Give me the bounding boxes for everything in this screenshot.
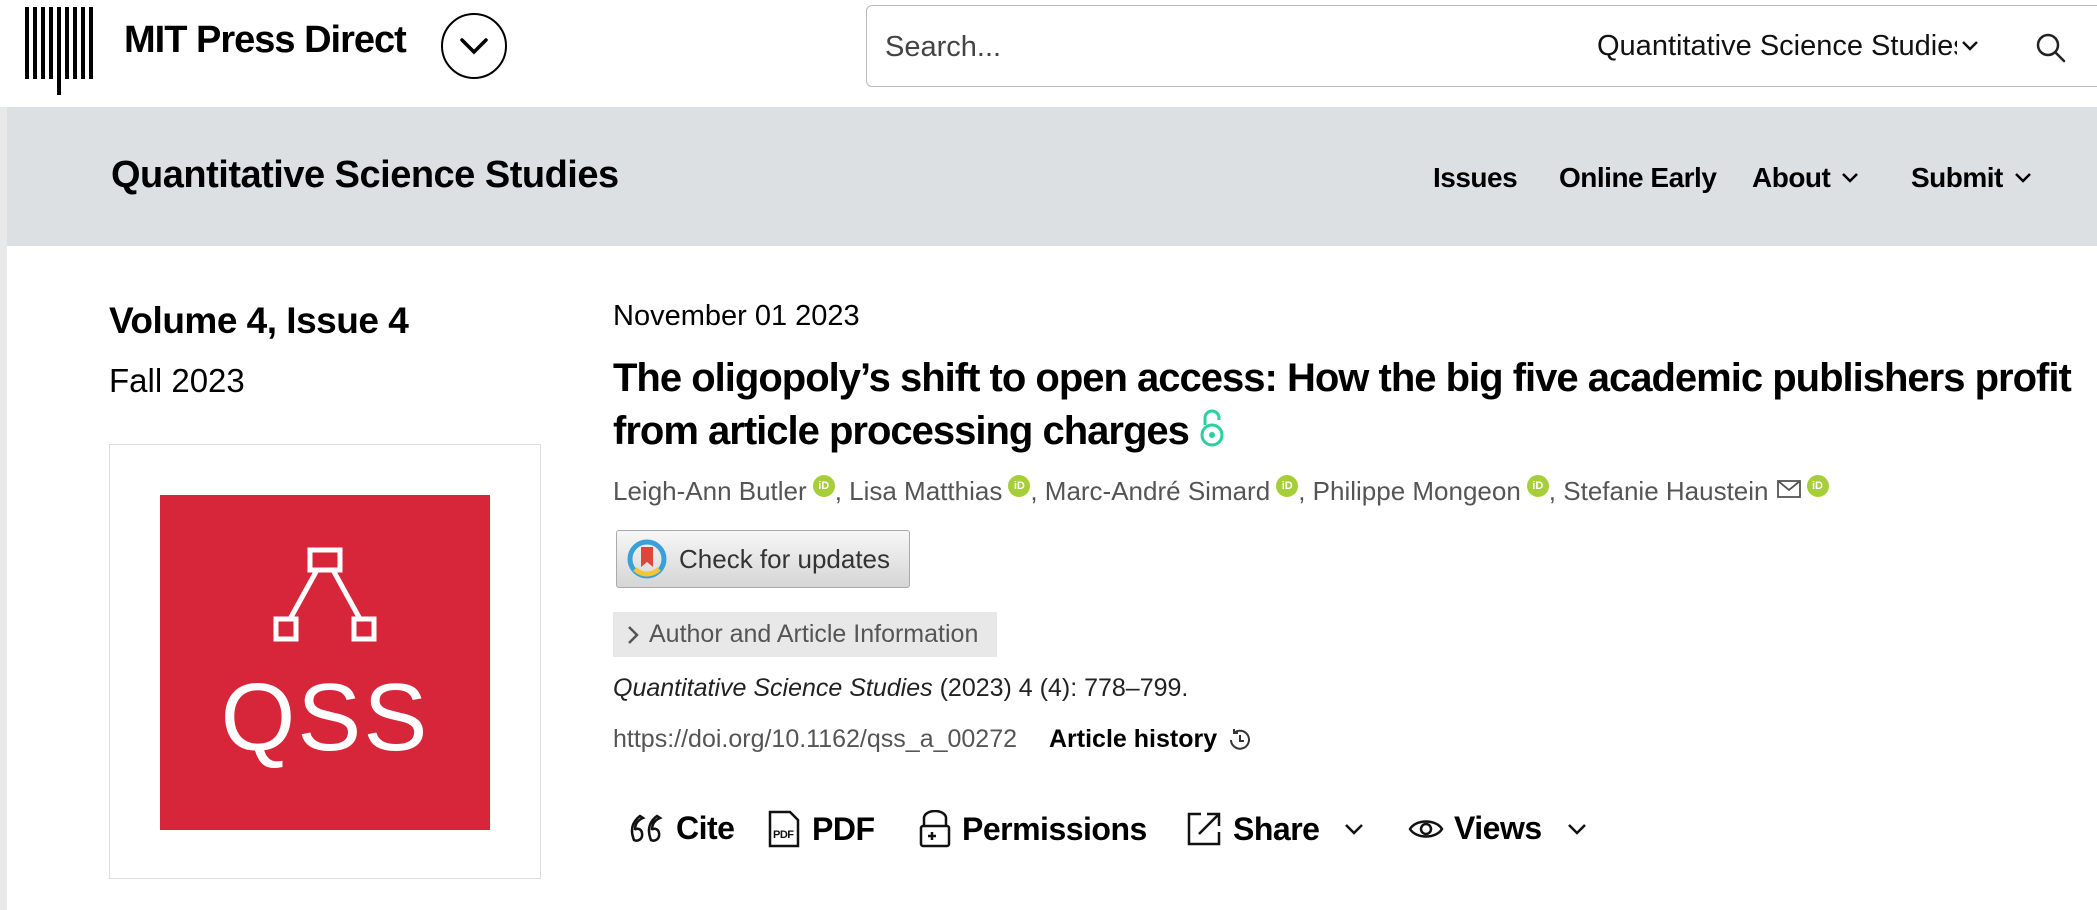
site-menu-toggle-button[interactable] [441, 13, 507, 79]
open-access-icon [1200, 409, 1224, 447]
citation-journal: Quantitative Science Studies [613, 674, 933, 702]
chevron-down-icon [1567, 823, 1586, 835]
author-article-info-toggle[interactable]: Author and Article Information [613, 612, 997, 657]
crossmark-icon [627, 539, 667, 579]
author-list: Leigh-Ann Butler iD, Lisa Matthias iD, Mar… [613, 474, 1829, 507]
author-link[interactable]: Leigh-Ann Butler [613, 476, 807, 507]
views-button[interactable]: Views [1408, 810, 1588, 847]
issue-cover[interactable]: QSS [109, 444, 541, 879]
search-icon[interactable] [2035, 32, 2067, 64]
orcid-icon[interactable]: iD [1526, 474, 1549, 497]
author-link[interactable]: Lisa Matthias [849, 476, 1002, 507]
journal-title[interactable]: Quantitative Science Studies [111, 154, 619, 197]
chevron-down-icon[interactable] [1961, 40, 1979, 52]
issue-season: Fall 2023 [109, 362, 245, 399]
orcid-icon[interactable]: iD [1008, 474, 1031, 497]
left-edge-strip [0, 0, 7, 910]
site-brand[interactable]: MIT Press Direct [124, 19, 407, 62]
issue-heading[interactable]: Volume 4, Issue 4 [109, 300, 409, 342]
doi-link[interactable]: https://doi.org/10.1162/qss_a_00272 [613, 725, 1017, 754]
share-icon [1187, 812, 1221, 846]
cover-art: QSS [160, 495, 490, 830]
top-header: MIT Press Direct Quantitative Science St… [0, 0, 2097, 107]
orcid-icon[interactable]: iD [812, 474, 835, 497]
permissions-icon [919, 810, 951, 848]
chevron-down-icon [2015, 173, 2031, 183]
svg-text:PDF: PDF [773, 829, 794, 841]
permissions-button[interactable]: Permissions [918, 810, 1147, 848]
network-icon [273, 547, 377, 642]
author-link[interactable]: Marc-André Simard [1045, 476, 1270, 507]
nav-online-early[interactable]: Online Early [1559, 162, 1717, 194]
orcid-icon[interactable]: iD [1276, 474, 1299, 497]
eye-icon [1408, 819, 1444, 838]
search-scope-select[interactable]: Quantitative Science Studies [1597, 30, 1957, 63]
chevron-down-icon [1345, 824, 1364, 835]
pdf-icon: PDF [768, 810, 800, 848]
chevron-right-icon [628, 625, 639, 644]
author-link[interactable]: Philippe Mongeon [1313, 476, 1521, 507]
pdf-button[interactable]: PDF PDF [766, 810, 875, 848]
article-history-link[interactable]: Article history [1049, 725, 1253, 754]
journal-bar: Quantitative Science Studies Issues Onli… [7, 107, 2097, 246]
search-box: Quantitative Science Studies [866, 5, 2097, 87]
citation-details: (2023) 4 (4): 778–799. [932, 674, 1189, 702]
search-input[interactable] [883, 28, 1487, 66]
nav-about[interactable]: About [1752, 162, 1860, 194]
cover-title: QSS [220, 664, 430, 771]
mit-press-logo[interactable] [25, 7, 93, 95]
history-icon [1230, 728, 1251, 750]
nav-issues[interactable]: Issues [1433, 162, 1518, 194]
share-button[interactable]: Share [1185, 810, 1365, 848]
mail-icon[interactable] [1776, 479, 1801, 498]
article-title-text: The oligopoly’s shift to open access: Ho… [613, 356, 2072, 453]
quote-icon [630, 813, 663, 842]
author-link[interactable]: Stefanie Haustein [1563, 476, 1768, 507]
check-for-updates-button[interactable]: Check for updates [616, 530, 910, 588]
article-title: The oligopoly’s shift to open access: Ho… [613, 352, 2083, 458]
nav-submit[interactable]: Submit [1911, 162, 2033, 194]
chevron-down-icon [460, 38, 488, 55]
chevron-down-icon [1842, 173, 1859, 183]
publication-date: November 01 2023 [613, 300, 860, 332]
orcid-icon[interactable]: iD [1806, 474, 1829, 497]
cite-button[interactable]: Cite [628, 810, 735, 847]
citation: Quantitative Science Studies (2023) 4 (4… [613, 674, 1188, 703]
